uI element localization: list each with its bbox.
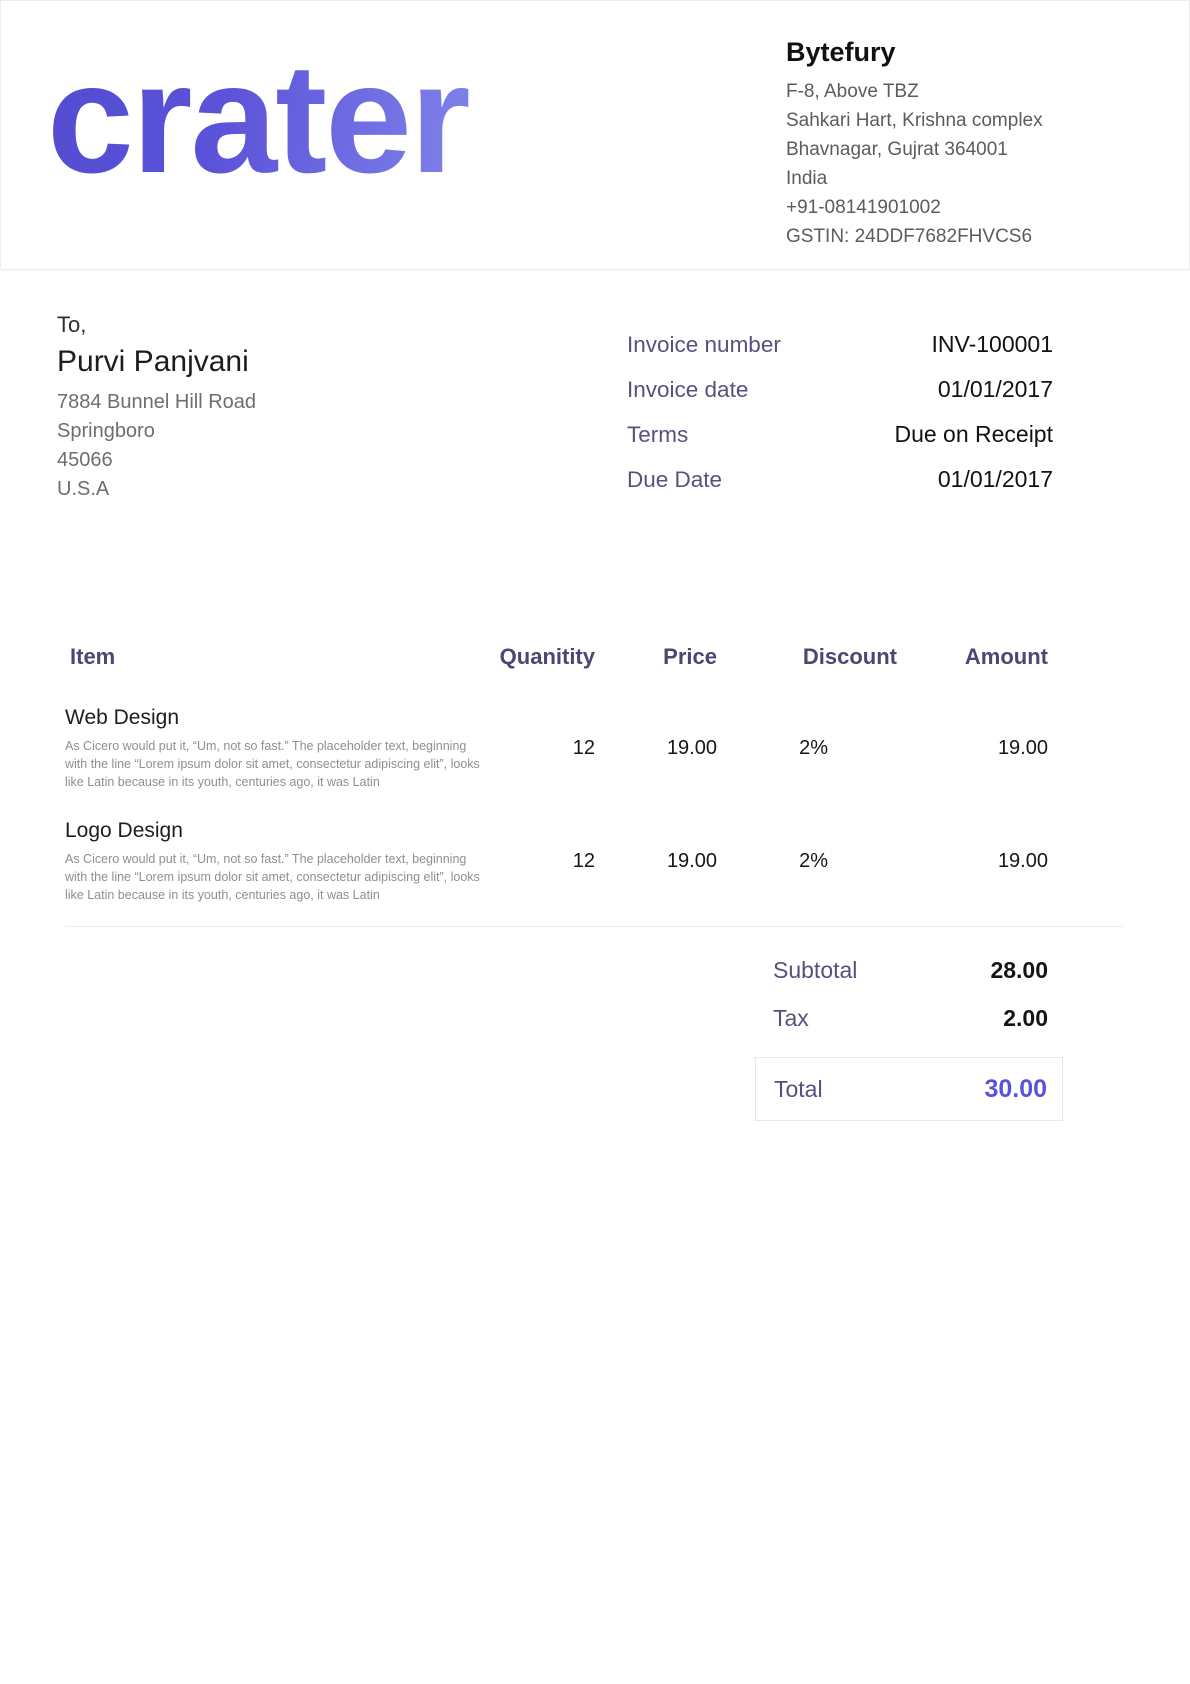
invoice-number-label: Invoice number [627, 331, 781, 359]
subtotal-value: 28.00 [990, 957, 1048, 984]
terms-label: Terms [627, 421, 688, 449]
company-name: Bytefury [786, 37, 1176, 68]
invoice-page: crater Bytefury F-8, Above TBZ Sahkari H… [0, 0, 1190, 1684]
item-quantity: 12 [490, 819, 595, 932]
table-bottom-divider [65, 926, 1123, 927]
item-name: Logo Design [65, 819, 490, 843]
column-header-amount: Amount [897, 644, 1048, 706]
customer-address-line: 45066 [57, 446, 256, 475]
customer-address-line: U.S.A [57, 475, 256, 504]
meta-row-due-date: Due Date 01/01/2017 [627, 465, 1053, 494]
item-amount: 19.00 [897, 819, 1048, 932]
tax-row: Tax 2.00 [755, 994, 1063, 1042]
item-cell: Web Design As Cicero would put it, “Um, … [65, 706, 490, 819]
company-info: Bytefury F-8, Above TBZ Sahkari Hart, Kr… [786, 37, 1176, 251]
items-header-row: Item Quanitity Price Discount Amount [65, 644, 1048, 706]
items-table: Item Quanitity Price Discount Amount Web… [65, 644, 1048, 932]
company-address-line: India [786, 164, 1176, 193]
table-row: Logo Design As Cicero would put it, “Um,… [65, 819, 1048, 932]
item-quantity: 12 [490, 706, 595, 819]
customer-name: Purvi Panjvani [57, 345, 256, 379]
company-address-line: Bhavnagar, Gujrat 364001 [786, 135, 1176, 164]
subtotal-row: Subtotal 28.00 [755, 946, 1063, 994]
company-address-line: F-8, Above TBZ [786, 77, 1176, 106]
item-discount: 2% [717, 819, 897, 932]
invoice-header: crater Bytefury F-8, Above TBZ Sahkari H… [0, 0, 1190, 270]
customer-address-line: Springboro [57, 417, 256, 446]
terms-value: Due on Receipt [894, 420, 1053, 448]
item-amount: 19.00 [897, 706, 1048, 819]
due-date-value: 01/01/2017 [938, 465, 1053, 493]
invoice-number-value: INV-100001 [932, 330, 1053, 358]
meta-row-invoice-number: Invoice number INV-100001 [627, 330, 1053, 359]
column-header-price: Price [595, 644, 717, 706]
crater-logo: crater [47, 41, 469, 197]
customer-address-line: 7884 Bunnel Hill Road [57, 388, 256, 417]
tax-label: Tax [773, 1005, 809, 1032]
company-address-line: Sahkari Hart, Krishna complex [786, 106, 1176, 135]
item-description: As Cicero would put it, “Um, not so fast… [65, 737, 485, 791]
column-header-quantity: Quanitity [490, 644, 595, 706]
item-price: 19.00 [595, 819, 717, 932]
invoice-date-value: 01/01/2017 [938, 375, 1053, 403]
bill-to-block: To, Purvi Panjvani 7884 Bunnel Hill Road… [57, 312, 256, 504]
company-gstin: GSTIN: 24DDF7682FHVCS6 [786, 222, 1176, 251]
item-description: As Cicero would put it, “Um, not so fast… [65, 850, 485, 904]
item-price: 19.00 [595, 706, 717, 819]
total-label: Total [774, 1076, 823, 1103]
item-discount: 2% [717, 706, 897, 819]
due-date-label: Due Date [627, 466, 722, 494]
totals-block: Subtotal 28.00 Tax 2.00 Total 30.00 [755, 946, 1063, 1121]
tax-value: 2.00 [1003, 1005, 1048, 1032]
meta-row-invoice-date: Invoice date 01/01/2017 [627, 375, 1053, 404]
total-box: Total 30.00 [755, 1057, 1063, 1121]
item-cell: Logo Design As Cicero would put it, “Um,… [65, 819, 490, 932]
company-phone: +91-08141901002 [786, 193, 1176, 222]
column-header-discount: Discount [717, 644, 897, 706]
subtotal-label: Subtotal [773, 957, 857, 984]
item-name: Web Design [65, 706, 490, 730]
total-value: 30.00 [984, 1075, 1047, 1104]
invoice-date-label: Invoice date [627, 376, 748, 404]
invoice-meta: Invoice number INV-100001 Invoice date 0… [627, 330, 1053, 510]
table-row: Web Design As Cicero would put it, “Um, … [65, 706, 1048, 819]
column-header-item: Item [65, 644, 490, 706]
meta-row-terms: Terms Due on Receipt [627, 420, 1053, 449]
bill-to-label: To, [57, 312, 256, 338]
